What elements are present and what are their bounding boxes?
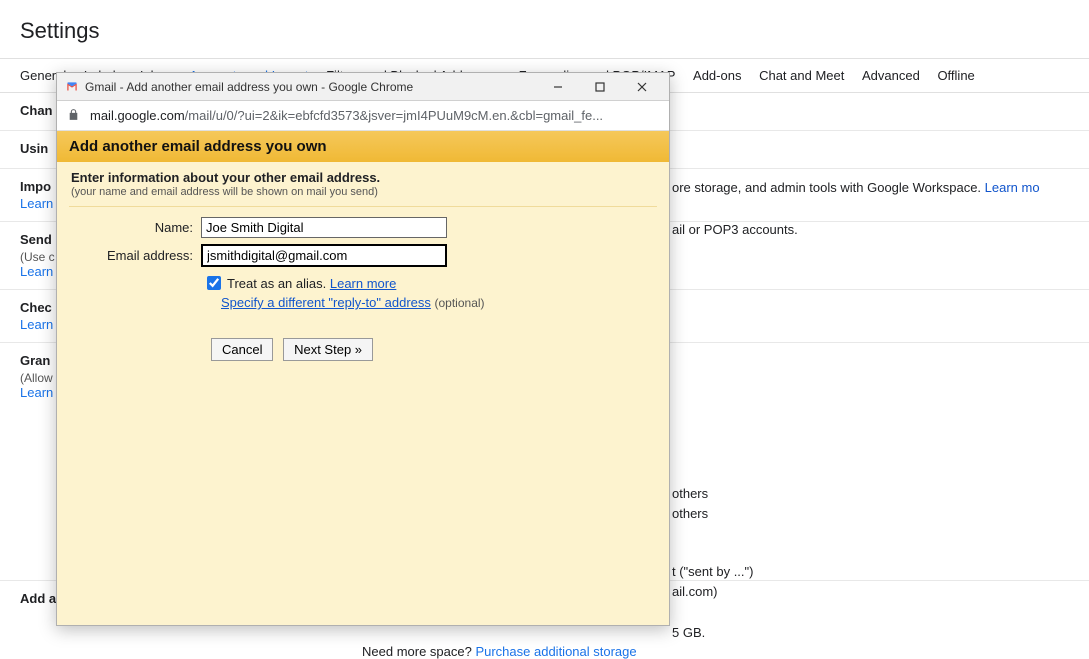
learn-more-workspace[interactable]: Learn mo: [985, 180, 1040, 195]
label-name: Name:: [71, 220, 201, 235]
instr-sub: (your name and email address will be sho…: [71, 186, 655, 198]
alias-learn-more[interactable]: Learn more: [330, 276, 396, 291]
fifteen-frag: 5 GB.: [672, 625, 705, 640]
instr-main: Enter information about your other email…: [71, 170, 380, 185]
cancel-button[interactable]: Cancel: [211, 338, 273, 361]
ailcom-frag: ail.com): [672, 584, 718, 599]
learn-link-4[interactable]: Learn: [20, 385, 53, 400]
tab-advanced[interactable]: Advanced: [862, 68, 920, 83]
optional-label: (optional): [435, 296, 485, 310]
tab-chat-meet[interactable]: Chat and Meet: [759, 68, 844, 83]
url-host: mail.google.com: [90, 108, 185, 123]
gmail-icon: [65, 80, 79, 94]
purchase-storage-link[interactable]: Purchase additional storage: [475, 644, 636, 659]
popup-form: Name: Email address: Treat as an alias. …: [57, 217, 669, 361]
sentby-frag: t ("sent by ..."): [672, 564, 753, 579]
popup-header: Add another email address you own: [57, 131, 669, 162]
input-email[interactable]: [201, 244, 447, 267]
popup-window: Gmail - Add another email address you ow…: [56, 72, 670, 626]
window-maximize[interactable]: [579, 73, 621, 101]
others-frag-2: others: [672, 506, 708, 521]
lock-icon: [67, 108, 90, 124]
tab-offline[interactable]: Offline: [937, 68, 974, 83]
address-bar[interactable]: mail.google.com/mail/u/0/?ui=2&ik=ebfcfd…: [57, 101, 669, 131]
learn-link-3[interactable]: Learn: [20, 317, 53, 332]
reply-to-link[interactable]: Specify a different "reply-to" address: [221, 295, 431, 310]
popup-body: Add another email address you own Enter …: [57, 131, 669, 625]
url-path: /mail/u/0/?ui=2&ik=ebfcfd3573&jsver=jmI4…: [185, 108, 603, 123]
window-minimize[interactable]: [537, 73, 579, 101]
page-title: Settings: [0, 0, 1089, 58]
input-name[interactable]: [201, 217, 447, 238]
workspace-frag: ore storage, and admin tools with Google…: [672, 180, 985, 195]
next-step-button[interactable]: Next Step »: [283, 338, 373, 361]
learn-link-2[interactable]: Learn: [20, 264, 53, 279]
tab-addons[interactable]: Add-ons: [693, 68, 741, 83]
window-close[interactable]: [621, 73, 663, 101]
checkbox-alias[interactable]: [207, 276, 221, 290]
alias-label: Treat as an alias.: [227, 276, 326, 291]
section-send-sub: (Use c: [20, 250, 55, 264]
popup-instructions: Enter information about your other email…: [57, 162, 669, 202]
need-space: Need more space?: [362, 644, 475, 659]
others-frag-1: others: [672, 486, 708, 501]
learn-link-1[interactable]: Learn: [20, 196, 53, 211]
label-email: Email address:: [71, 248, 201, 263]
window-titlebar: Gmail - Add another email address you ow…: [57, 73, 669, 101]
section-grant-sub: (Allow: [20, 371, 53, 385]
pop3-frag: ail or POP3 accounts.: [672, 222, 798, 237]
window-title: Gmail - Add another email address you ow…: [85, 80, 413, 94]
